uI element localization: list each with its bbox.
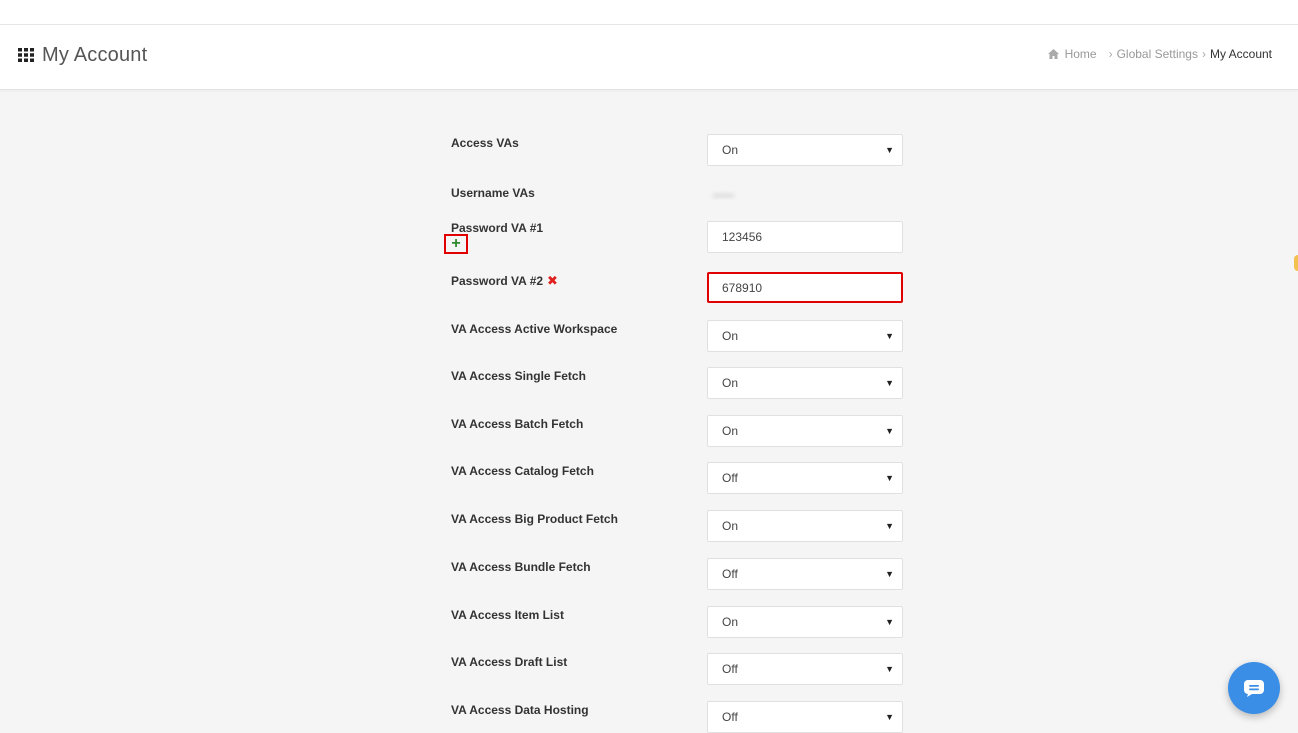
- select-draft-list[interactable]: Off ▼: [707, 653, 903, 685]
- input-password-va2[interactable]: 678910: [707, 272, 903, 303]
- select-data-hosting[interactable]: Off ▼: [707, 701, 903, 733]
- select-value: Off: [722, 710, 738, 724]
- label-data-hosting: VA Access Data Hosting: [451, 703, 589, 717]
- select-batch-fetch[interactable]: On ▼: [707, 415, 903, 447]
- label-draft-list: VA Access Draft List: [451, 655, 568, 669]
- select-value: On: [722, 143, 739, 157]
- select-catalog-fetch[interactable]: Off ▼: [707, 462, 903, 494]
- x-icon[interactable]: ✖: [547, 273, 558, 288]
- select-value: Off: [722, 471, 738, 485]
- select-value: On: [722, 376, 739, 390]
- select-access-vas[interactable]: On ▼: [707, 134, 903, 166]
- label-bundle-fetch: VA Access Bundle Fetch: [451, 560, 591, 574]
- label-access-vas: Access VAs: [451, 136, 519, 150]
- select-value: On: [722, 424, 739, 438]
- label-single-fetch: VA Access Single Fetch: [451, 369, 586, 383]
- chevron-down-icon: ▼: [885, 426, 894, 436]
- home-icon: [1047, 49, 1059, 59]
- breadcrumb-separator: ›: [1108, 47, 1113, 61]
- input-password-va1[interactable]: 123456: [707, 221, 903, 253]
- username-value: ••••••: [713, 191, 735, 202]
- label-password-va2-text: Password VA #2: [451, 274, 544, 288]
- edge-indicator: [1294, 255, 1298, 271]
- label-password-va2: Password VA #2 ✖: [451, 273, 558, 289]
- label-big-product-fetch: VA Access Big Product Fetch: [451, 512, 618, 526]
- label-password-va1: Password VA #1: [451, 221, 544, 235]
- chat-button[interactable]: [1228, 662, 1280, 714]
- select-value: On: [722, 329, 739, 343]
- select-big-product-fetch[interactable]: On ▼: [707, 510, 903, 542]
- label-active-workspace: VA Access Active Workspace: [451, 322, 618, 336]
- chevron-down-icon: ▼: [885, 712, 894, 722]
- chat-icon: [1244, 680, 1264, 697]
- select-active-workspace[interactable]: On ▼: [707, 320, 903, 352]
- select-value: Off: [722, 662, 738, 676]
- chevron-down-icon: ▼: [885, 617, 894, 627]
- chevron-down-icon: ▼: [885, 569, 894, 579]
- chevron-down-icon: ▼: [885, 145, 894, 155]
- label-catalog-fetch: VA Access Catalog Fetch: [451, 464, 594, 478]
- breadcrumb-home[interactable]: Home: [1065, 47, 1097, 61]
- add-password-button[interactable]: +: [444, 234, 468, 254]
- chevron-down-icon: ▼: [885, 473, 894, 483]
- top-strip: [0, 0, 1298, 25]
- select-value: On: [722, 519, 739, 533]
- label-username-vas: Username VAs: [451, 186, 535, 200]
- chevron-down-icon: ▼: [885, 378, 894, 388]
- select-value: Off: [722, 567, 738, 581]
- page-title: My Account: [42, 44, 148, 66]
- grid-icon: [18, 48, 34, 62]
- select-single-fetch[interactable]: On ▼: [707, 367, 903, 399]
- breadcrumb: Home › Global Settings › My Account: [1047, 47, 1272, 61]
- breadcrumb-global-settings[interactable]: Global Settings: [1117, 47, 1198, 61]
- page-header: My Account Home › Global Settings › My A…: [0, 25, 1298, 90]
- select-item-list[interactable]: On ▼: [707, 606, 903, 638]
- label-batch-fetch: VA Access Batch Fetch: [451, 417, 584, 431]
- breadcrumb-current: My Account: [1209, 47, 1272, 61]
- plus-icon: +: [451, 235, 461, 252]
- select-bundle-fetch[interactable]: Off ▼: [707, 558, 903, 590]
- chevron-down-icon: ▼: [885, 331, 894, 341]
- breadcrumb-separator: ›: [1201, 47, 1206, 61]
- chevron-down-icon: ▼: [885, 664, 894, 674]
- select-value: On: [722, 615, 739, 629]
- chevron-down-icon: ▼: [885, 521, 894, 531]
- label-item-list: VA Access Item List: [451, 608, 564, 622]
